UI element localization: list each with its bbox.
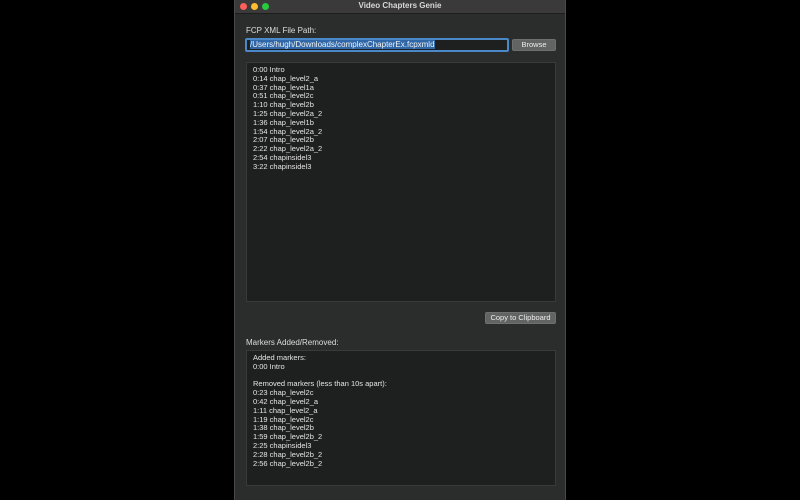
copy-to-clipboard-button[interactable]: Copy to Clipboard (485, 312, 556, 324)
file-path-label: FCP XML File Path: (246, 26, 317, 35)
chapter-line: 3:22 chapinsidel3 (253, 161, 312, 171)
markers-output[interactable]: Added markers: 0:00 Intro Removed marker… (246, 350, 556, 486)
added-heading: Added markers: (253, 353, 306, 362)
removed-marker-line: 2:56 chap_level2b_2 (253, 458, 323, 468)
file-path-input[interactable]: /Users/hugh/Downloads/complexChapterEx.f… (245, 38, 509, 52)
added-marker-list: 0:00 Intro (253, 361, 549, 372)
chapter-list: 0:00 Intro 0:14 chap_level2_a 0:37 chap_le… (253, 65, 549, 172)
title-bar[interactable]: Video Chapters Genie (235, 0, 565, 14)
app-window: Video Chapters Genie FCP XML File Path: … (234, 0, 566, 500)
added-marker-line: 0:00 Intro (253, 361, 285, 371)
chapters-output[interactable]: 0:00 Intro 0:14 chap_level2_a 0:37 chap_le… (246, 62, 556, 302)
file-path-value: /Users/hugh/Downloads/complexChapterEx.f… (250, 40, 435, 49)
markers-label: Markers Added/Removed: (246, 338, 339, 347)
window-title: Video Chapters Genie (358, 1, 442, 10)
browse-button[interactable]: Browse (512, 39, 556, 51)
removed-marker-list: 0:23 chap_level2c 0:42 chap_level2_a 1:11 … (253, 388, 549, 468)
